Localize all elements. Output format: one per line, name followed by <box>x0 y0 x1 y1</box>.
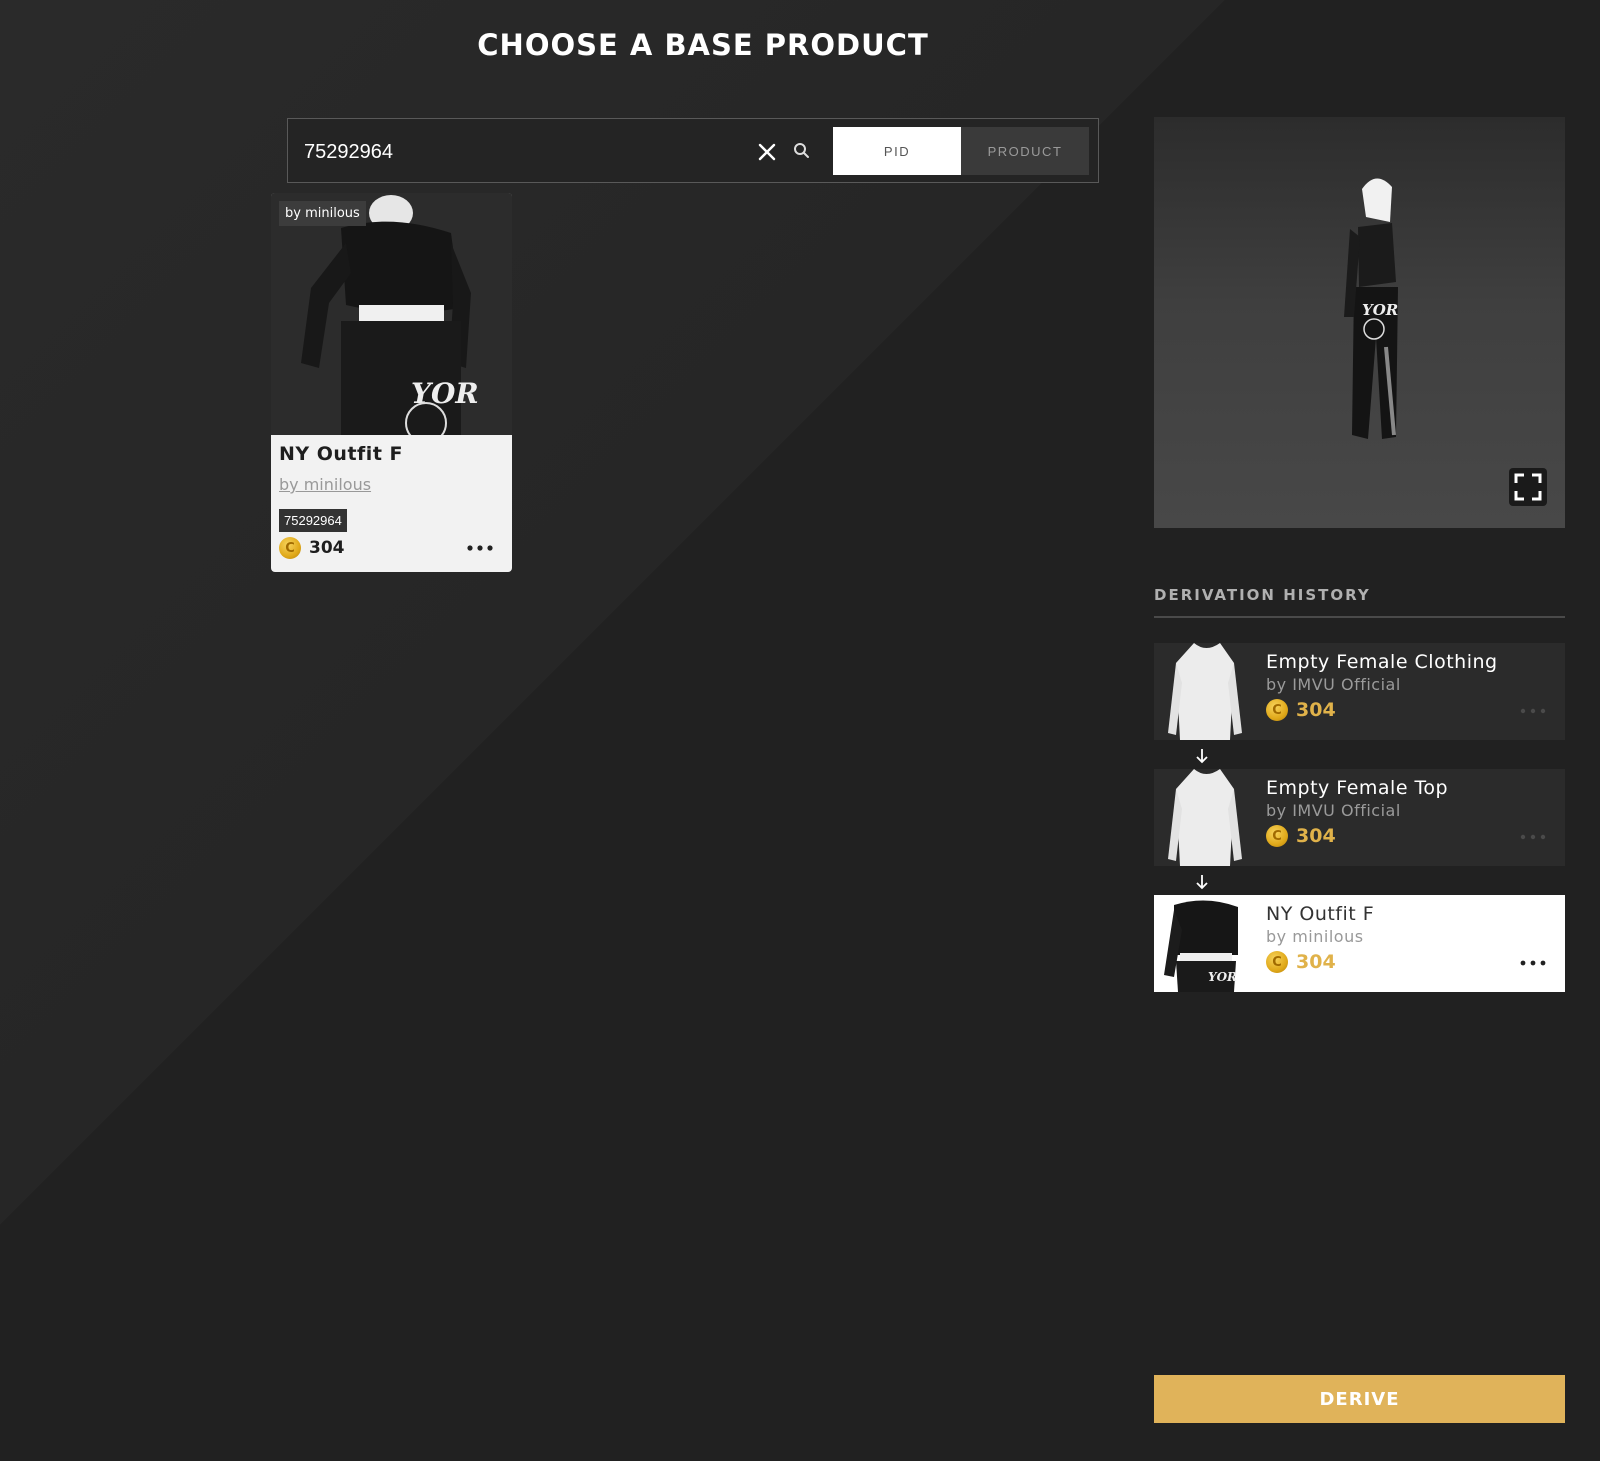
credits-coin-icon: C <box>1266 825 1288 847</box>
more-icon[interactable] <box>1518 958 1548 968</box>
history-item-name: Empty Female Top <box>1266 777 1449 799</box>
search-bar: PID PRODUCT <box>287 118 1099 183</box>
more-icon[interactable] <box>1518 832 1548 842</box>
derivation-history-heading: DERIVATION HISTORY <box>1154 586 1371 604</box>
expand-icon[interactable] <box>1508 467 1548 507</box>
arrow-down-icon <box>1196 749 1208 764</box>
product-thumbnail: YOR by minilous <box>271 193 512 444</box>
history-thumbnail <box>1154 769 1258 866</box>
history-item-price: C 304 <box>1266 699 1336 721</box>
page-title: CHOOSE A BASE PRODUCT <box>477 28 929 62</box>
more-icon[interactable] <box>1518 706 1548 716</box>
product-creator-link[interactable]: by minilous <box>279 475 371 494</box>
price-value: 304 <box>1296 699 1336 721</box>
history-item-creator: by minilous <box>1266 927 1364 946</box>
price-value: 304 <box>1296 825 1336 847</box>
history-item[interactable]: Empty Female Clothing by IMVU Official C… <box>1154 643 1565 740</box>
history-item-price: C 304 <box>1266 951 1336 973</box>
history-item-selected[interactable]: YOR NY Outfit F by minilous C 304 <box>1154 895 1565 992</box>
history-thumbnail <box>1154 643 1258 740</box>
history-item-price: C 304 <box>1266 825 1336 847</box>
history-item-name: Empty Female Clothing <box>1266 651 1498 673</box>
history-item-creator: by IMVU Official <box>1266 801 1401 820</box>
svg-text:YOR: YOR <box>1362 301 1398 319</box>
price-value: 304 <box>1296 951 1336 973</box>
svg-text:YOR: YOR <box>1208 970 1237 984</box>
arrow-down-icon <box>1196 875 1208 890</box>
product-title: NY Outfit F <box>279 443 403 465</box>
creator-badge: by minilous <box>279 201 366 226</box>
derive-button[interactable]: DERIVE <box>1154 1375 1565 1423</box>
history-item-name: NY Outfit F <box>1266 903 1375 925</box>
history-item[interactable]: Empty Female Top by IMVU Official C 304 <box>1154 769 1565 866</box>
product-price: C 304 <box>279 537 345 559</box>
product-card[interactable]: YOR by minilous NY Outfit F by minilous … <box>271 193 512 572</box>
pid-toggle[interactable]: PID <box>833 127 961 175</box>
product-toggle[interactable]: PRODUCT <box>961 127 1089 175</box>
history-divider <box>1154 616 1565 618</box>
avatar-preview[interactable]: YOR <box>1154 117 1565 528</box>
credits-coin-icon: C <box>1266 951 1288 973</box>
svg-text:YOR: YOR <box>411 377 479 410</box>
search-input[interactable] <box>302 133 746 171</box>
close-icon[interactable] <box>756 141 778 163</box>
search-icon[interactable] <box>792 141 812 161</box>
history-thumbnail: YOR <box>1154 895 1258 992</box>
history-item-creator: by IMVU Official <box>1266 675 1401 694</box>
credits-coin-icon: C <box>279 537 301 559</box>
more-icon[interactable] <box>465 542 495 554</box>
price-value: 304 <box>309 538 345 558</box>
pid-badge: 75292964 <box>279 509 347 532</box>
credits-coin-icon: C <box>1266 699 1288 721</box>
avatar-figure: YOR <box>1344 178 1398 439</box>
